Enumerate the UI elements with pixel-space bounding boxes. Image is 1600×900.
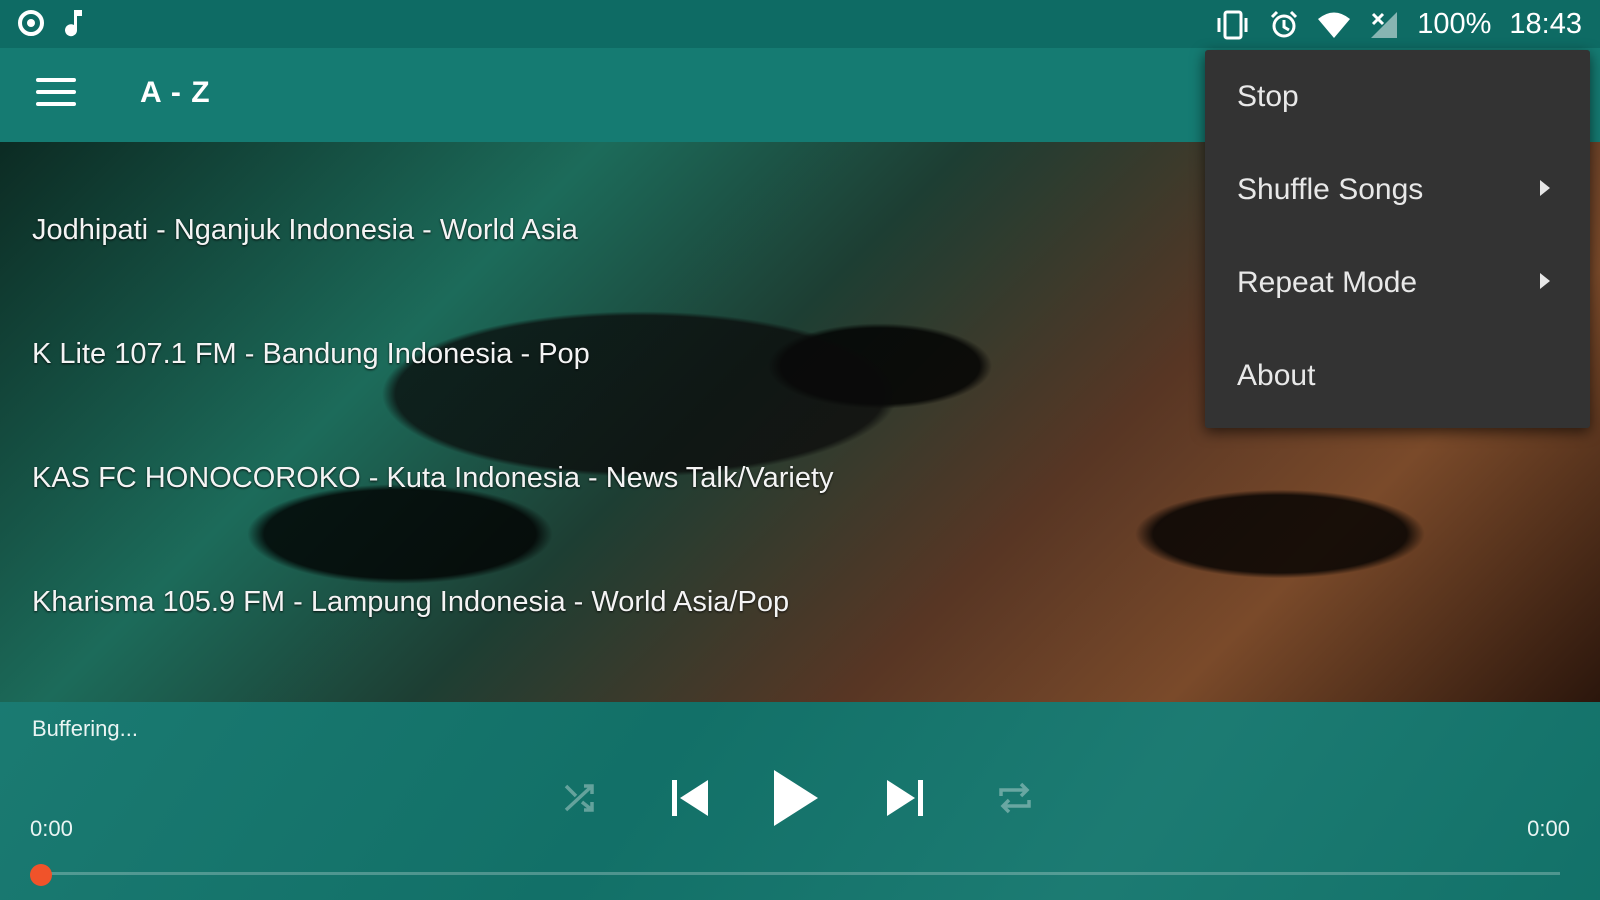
player-controls xyxy=(0,758,1600,838)
music-note-icon xyxy=(65,10,82,37)
menu-item-repeat-mode[interactable]: Repeat Mode xyxy=(1237,266,1417,300)
submenu-arrow-icon xyxy=(1540,273,1550,289)
player-status: Buffering... xyxy=(32,716,138,741)
player-panel: Buffering... 0:00 0:00 xyxy=(0,702,1600,900)
menu-item-about[interactable]: About xyxy=(1237,359,1315,393)
shuffle-icon xyxy=(564,784,594,812)
play-button[interactable] xyxy=(765,758,825,838)
app-circle-icon xyxy=(18,10,44,36)
page-title: A - Z xyxy=(140,76,211,109)
repeat-icon xyxy=(999,782,1031,814)
seek-bar[interactable] xyxy=(42,872,1560,875)
vibrate-icon xyxy=(1217,10,1248,39)
skip-previous-icon xyxy=(672,780,708,816)
submenu-arrow-icon xyxy=(1540,180,1550,196)
skip-next-icon xyxy=(887,780,923,816)
no-signal-icon xyxy=(1371,11,1398,38)
shuffle-button[interactable] xyxy=(550,758,610,838)
clock: 18:43 xyxy=(1509,8,1582,40)
wifi-icon xyxy=(1318,12,1351,38)
elapsed-time: 0:00 xyxy=(30,816,73,841)
previous-button[interactable] xyxy=(660,758,720,838)
hamburger-menu-icon[interactable] xyxy=(36,78,76,108)
list-item[interactable]: K Lite 107.1 FM - Bandung Indonesia - Po… xyxy=(32,338,590,371)
total-time: 0:00 xyxy=(1527,816,1570,841)
play-icon xyxy=(774,770,818,826)
battery-percent: 100% xyxy=(1417,8,1492,40)
menu-item-shuffle-songs[interactable]: Shuffle Songs xyxy=(1237,173,1423,207)
list-item[interactable]: Jodhipati - Nganjuk Indonesia - World As… xyxy=(32,214,578,247)
list-item[interactable]: Kharisma 105.9 FM - Lampung Indonesia - … xyxy=(32,586,789,619)
seek-thumb[interactable] xyxy=(30,864,52,886)
status-bar: 100% 18:43 xyxy=(0,0,1600,48)
next-button[interactable] xyxy=(875,758,935,838)
repeat-button[interactable] xyxy=(985,758,1045,838)
menu-item-stop[interactable]: Stop xyxy=(1237,80,1299,114)
list-item[interactable]: KAS FC HONOCOROKO - Kuta Indonesia - New… xyxy=(32,462,834,495)
overflow-menu: Stop Shuffle Songs Repeat Mode About xyxy=(1205,50,1590,428)
alarm-icon xyxy=(1271,10,1298,37)
